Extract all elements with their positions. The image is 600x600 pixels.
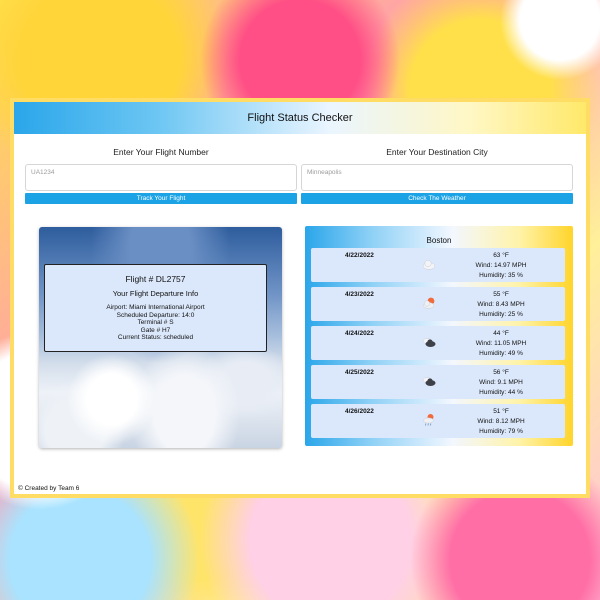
forecast-temp: 51 °F [493,408,509,415]
flight-card: Flight # DL2757 Your Flight Departure In… [39,227,282,448]
forecast-date: 4/23/2022 [345,291,374,298]
forecast-date: 4/25/2022 [345,369,374,376]
forecast-date: 4/24/2022 [345,330,374,337]
weather-card: Boston 4/22/2022 63 °F Wind: 14.97 MPH H… [305,226,573,446]
flight-terminal: Terminal # S [137,319,174,326]
flight-airport: Airport: Miami International Airport [106,304,205,311]
app-title: Flight Status Checker [247,112,353,124]
forecast-humidity: Humidity: 35 % [479,272,523,279]
destination-city-input[interactable]: Minneapolis [301,164,573,191]
city-search-section: Enter Your Destination City Minneapolis … [301,147,573,204]
sun-cloud-icon [422,297,435,309]
dark-cloud-icon [422,377,436,386]
flight-status: Current Status: scheduled [117,334,194,341]
check-weather-button[interactable]: Check The Weather [301,193,573,204]
flight-number-label: Enter Your Flight Number [113,147,209,157]
forecast-wind: Wind: 14.97 MPH [475,262,527,269]
forecast-temp: 56 °F [493,369,509,376]
footer-credit: © Created by Team 6 [18,485,80,492]
weather-city: Boston [426,236,452,245]
forecast-humidity: Humidity: 44 % [479,389,523,396]
forecast-day: 4/24/2022 44 °F Wind: 11.05 MPH Humidity… [311,326,565,360]
forecast-humidity: Humidity: 49 % [479,350,523,357]
forecast-temp: 44 °F [493,330,509,337]
sun-rain-icon [423,414,434,426]
flight-subtitle: Your Flight Departure Info [112,289,199,298]
flight-gate: Gate # H7 [140,326,171,334]
flight-number: Flight # DL2757 [125,274,186,284]
flight-number-input[interactable]: UA1234 [25,164,297,191]
forecast-day: 4/26/2022 51 °F Wind: 8.12 MPH Humidity:… [311,404,565,438]
forecast-date: 4/22/2022 [345,252,374,259]
forecast-temp: 63 °F [493,252,509,259]
forecast-humidity: Humidity: 25 % [479,311,523,318]
forecast-wind: Wind: 11.05 MPH [475,340,527,347]
app-window: Flight Status Checker Enter Your Flight … [10,98,590,498]
forecast-date: 4/26/2022 [345,408,374,415]
dark-cloud-icon [422,338,436,347]
forecast-wind: Wind: 9.1 MPH [479,379,523,386]
forecast-humidity: Humidity: 79 % [479,428,523,435]
flight-info-box: Flight # DL2757 Your Flight Departure In… [44,264,267,352]
track-flight-button[interactable]: Track Your Flight [25,193,297,204]
forecast-day: 4/23/2022 55 °F Wind: 8.43 MPH Humidity:… [311,287,565,321]
forecast-wind: Wind: 8.43 MPH [477,301,525,308]
destination-city-label: Enter Your Destination City [386,147,488,157]
app-header: Flight Status Checker [14,102,586,134]
forecast-day: 4/25/2022 56 °F Wind: 9.1 MPH Humidity: … [311,365,565,399]
forecast-wind: Wind: 8.12 MPH [477,418,525,425]
forecast-day: 4/22/2022 63 °F Wind: 14.97 MPH Humidity… [311,248,565,282]
cloud-icon [422,260,436,270]
flight-scheduled: Scheduled Departure: 14:0 [116,311,195,319]
forecast-temp: 55 °F [493,291,509,298]
flight-search-section: Enter Your Flight Number UA1234 Track Yo… [25,147,297,204]
